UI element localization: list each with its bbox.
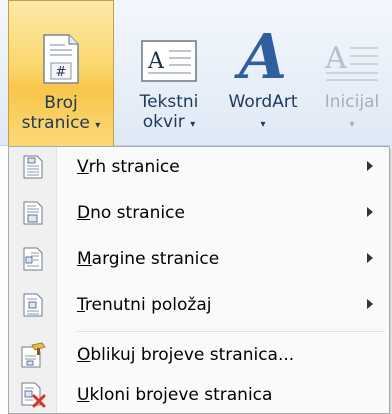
menu-item-label: kloni brojeve stranica bbox=[89, 385, 273, 405]
page-number-icon: # bbox=[43, 34, 79, 84]
menu-item-label: blikuj brojeve stranica... bbox=[90, 345, 295, 365]
wordart-label: WordArt bbox=[228, 92, 298, 112]
menu-separator bbox=[77, 331, 385, 332]
wordart-button[interactable]: A WordArt ▾ bbox=[214, 0, 312, 146]
page-number-button[interactable]: # Broj stranice ▾ bbox=[8, 0, 114, 146]
drop-cap-label: Inicijal bbox=[324, 92, 380, 112]
dropdown-caret-icon: ▾ bbox=[260, 119, 266, 130]
page-number-label-1: Broj bbox=[44, 93, 78, 113]
menu-item-label: rh stranice bbox=[88, 157, 180, 177]
page-margins-icon bbox=[23, 247, 43, 271]
svg-text:A: A bbox=[324, 41, 347, 76]
text-box-label-2: okvir bbox=[142, 112, 185, 132]
wordart-icon: A bbox=[234, 24, 287, 84]
remove-page-numbers-icon bbox=[21, 382, 46, 408]
menu-item-label: renutni položaj bbox=[84, 295, 212, 315]
svg-text:#: # bbox=[56, 65, 67, 80]
menu-item-label: no stranice bbox=[90, 203, 185, 223]
dropdown-caret-icon: ▾ bbox=[349, 119, 355, 130]
dropdown-caret-icon: ▾ bbox=[190, 119, 196, 130]
svg-text:A: A bbox=[234, 24, 287, 84]
svg-text:A: A bbox=[147, 49, 165, 74]
page-top-icon bbox=[23, 155, 43, 179]
submenu-arrow-icon bbox=[367, 161, 373, 171]
menu-item-top-of-page[interactable]: Vrh stranice bbox=[9, 149, 389, 185]
page-bottom-icon bbox=[23, 201, 43, 225]
menu-item-format-page-numbers[interactable]: Oblikuj brojeve stranica... bbox=[9, 337, 389, 373]
submenu-arrow-icon bbox=[367, 253, 373, 263]
text-box-label-1: Tekstni bbox=[139, 92, 199, 112]
page-number-menu: Vrh stranice Dno stranice Margine strani… bbox=[8, 146, 390, 414]
text-box-icon: A bbox=[141, 40, 197, 82]
menu-item-bottom-of-page[interactable]: Dno stranice bbox=[9, 195, 389, 231]
current-position-icon bbox=[23, 293, 43, 317]
submenu-arrow-icon bbox=[367, 299, 373, 309]
menu-item-label: argine stranice bbox=[91, 249, 220, 269]
submenu-arrow-icon bbox=[367, 207, 373, 217]
menu-item-current-position[interactable]: Trenutni položaj bbox=[9, 287, 389, 323]
drop-cap-icon: A bbox=[324, 41, 378, 81]
ribbon: # Broj stranice ▾ A Tekstni okvir ▾ A Wo… bbox=[0, 0, 392, 146]
page-number-label-2: stranice bbox=[21, 113, 90, 133]
text-box-button[interactable]: A Tekstni okvir ▾ bbox=[124, 0, 214, 146]
format-page-numbers-icon bbox=[21, 342, 46, 368]
menu-item-page-margins[interactable]: Margine stranice bbox=[9, 241, 389, 277]
drop-cap-button[interactable]: A Inicijal ▾ bbox=[312, 0, 392, 146]
dropdown-caret-icon: ▾ bbox=[95, 120, 101, 131]
menu-icon-gutter bbox=[9, 147, 57, 413]
menu-item-remove-page-numbers[interactable]: Ukloni brojeve stranica bbox=[9, 377, 389, 413]
